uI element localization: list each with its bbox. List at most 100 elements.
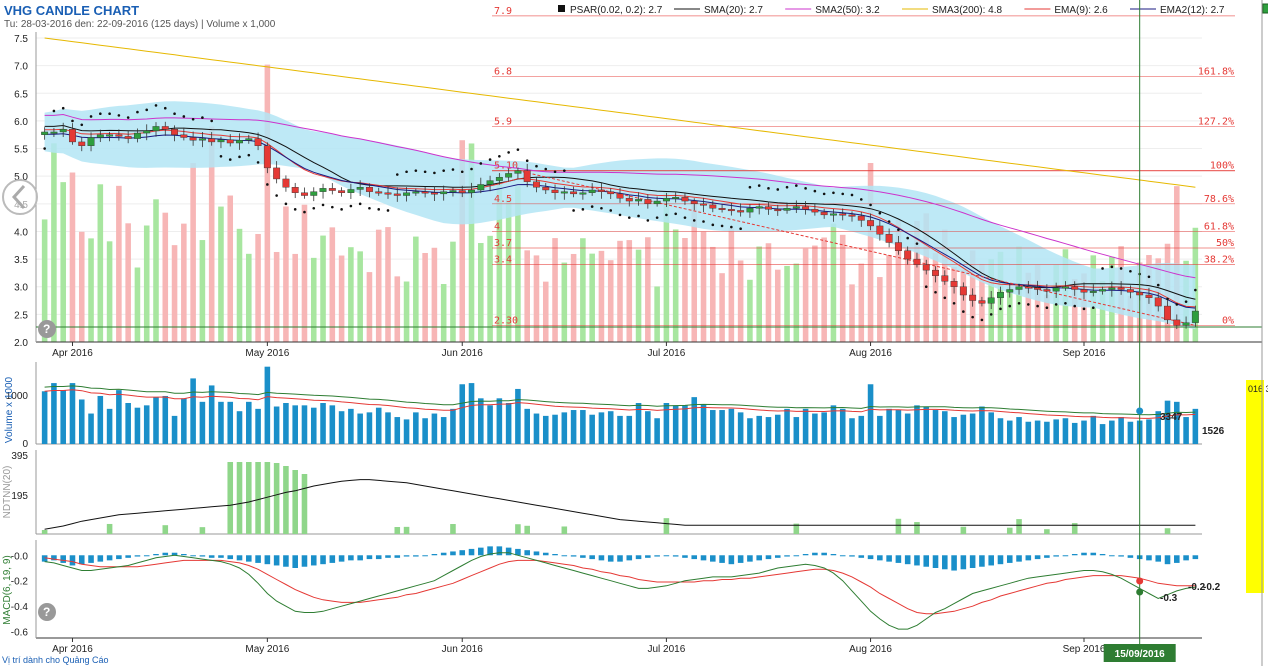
psar-dot — [934, 290, 937, 294]
price-volume-overlay-bar — [366, 272, 373, 342]
macd-histogram-bar — [672, 555, 679, 557]
candle-body — [570, 191, 578, 195]
volume-bar — [227, 401, 234, 444]
macd-histogram-bar — [617, 555, 623, 562]
volume-bar — [320, 403, 326, 444]
psar-dot — [1175, 303, 1179, 306]
macd-histogram-bar — [710, 555, 716, 562]
volume-bar — [450, 408, 456, 444]
psar-dot — [386, 209, 390, 212]
volume-last-value: 3347 — [1160, 412, 1183, 423]
price-volume-overlay-bar — [97, 184, 104, 342]
candle-body — [542, 187, 550, 191]
macd-histogram-bar — [598, 555, 605, 561]
macd-axis-label: MACD(6, 19, 9) — [2, 555, 13, 624]
volume-bar — [552, 414, 558, 444]
psar-dot — [822, 192, 826, 196]
price-tick-label: 3.5 — [14, 255, 28, 266]
price-volume-overlay-bar — [375, 229, 382, 342]
candle-body — [932, 269, 939, 276]
volume-bar — [51, 383, 57, 444]
candle-body — [477, 184, 485, 191]
stock-chart[interactable]: VHG CANDLE CHART Tu: 28-03-2016 den: 22-… — [0, 0, 1268, 666]
macd-histogram-bar — [329, 555, 336, 563]
question-circle-icon[interactable]: ? — [38, 603, 56, 621]
macd-histogram-bar — [895, 555, 902, 563]
candle-body — [1024, 286, 1032, 289]
price-volume-overlay-bar — [143, 225, 150, 342]
price-volume-overlay-bar — [737, 260, 744, 342]
volume-bar — [143, 405, 150, 444]
psar-dot — [674, 212, 677, 216]
volume-bar — [413, 412, 419, 444]
macd-line — [44, 552, 1196, 630]
macd-panel[interactable]: -0.0 -0.2 -0.4 -0.6 MACD(6, 19, 9) Apr 2016 Ma… — [2, 540, 1221, 655]
question-circle-icon[interactable]: ? — [38, 320, 56, 338]
volume-bar — [645, 411, 651, 444]
chevron-left-icon[interactable] — [2, 179, 38, 215]
macd-histogram-bar — [348, 555, 354, 561]
macd-histogram-bar — [1183, 555, 1189, 561]
volume-bar — [812, 413, 818, 444]
volume-bar — [1090, 415, 1097, 444]
macd-x-tick-label: Aug 2016 — [849, 644, 892, 655]
psar-dot — [1027, 303, 1030, 306]
macd-last-value: -0.3 — [1160, 593, 1178, 604]
candle-body — [393, 193, 401, 196]
psar-dot — [618, 213, 622, 217]
psar-dot — [451, 168, 455, 171]
volume-bar — [264, 366, 271, 444]
volume-panel[interactable]: 10000Volume x 1000 33471526 — [4, 362, 1225, 450]
price-volume-overlay-bar — [88, 238, 94, 342]
price-volume-overlay-bar — [607, 260, 614, 342]
macd-tick-label: -0.2 — [11, 577, 29, 588]
psar-dot — [989, 313, 993, 316]
volume-bar — [774, 414, 781, 444]
macd-histogram-bar — [1053, 555, 1059, 557]
psar-dot — [256, 161, 260, 164]
macd-histogram-bar — [273, 555, 280, 566]
psar-dot — [479, 162, 483, 165]
price-volume-overlay-bar — [747, 279, 753, 342]
ndtnn-panel[interactable]: 395 195NDTNN(20) — [2, 450, 1202, 535]
candle-body — [319, 188, 327, 192]
ndtnn-bar — [273, 463, 280, 534]
psar-dot — [433, 171, 436, 175]
macd-histogram-bar — [1062, 555, 1069, 557]
macd-histogram-bar — [756, 555, 762, 561]
psar-dot — [813, 189, 817, 193]
price-panel[interactable]: 7.57.06.56.05.55.04.54.03.53.02.52.07.96… — [14, 6, 1262, 359]
macd-histogram-bar — [858, 555, 865, 558]
psar-dot — [850, 193, 854, 197]
volume-bar — [784, 408, 790, 444]
volume-bar — [524, 408, 530, 444]
volume-bar — [116, 390, 122, 444]
macd-histogram-bar — [468, 548, 475, 556]
candle-body — [449, 190, 457, 193]
legend-swatch — [558, 5, 565, 12]
macd-histogram-bar — [199, 555, 206, 557]
candle-body — [1099, 289, 1107, 292]
ndtnn-bar — [561, 526, 568, 534]
volume-bar — [607, 411, 614, 444]
macd-histogram-bar — [431, 554, 438, 556]
candle-body — [365, 187, 373, 192]
crosshair-signal-marker — [1136, 577, 1144, 585]
candle-body — [514, 170, 522, 174]
candle-body — [486, 180, 494, 185]
macd-histogram-bar — [1109, 555, 1115, 557]
volume-bar — [580, 410, 586, 444]
candle-body — [226, 139, 234, 144]
psar-dot — [1129, 269, 1132, 273]
volume-bar — [654, 418, 660, 444]
macd-histogram-bar — [737, 555, 744, 563]
macd-histogram-bar — [747, 555, 753, 562]
psar-dot — [358, 202, 362, 206]
psar-dot — [553, 170, 557, 174]
volume-bar — [487, 405, 493, 444]
psar-dot — [776, 188, 780, 191]
candle-body — [1061, 286, 1069, 289]
candle-body — [152, 126, 160, 132]
macd-histogram-bar — [366, 555, 373, 560]
price-volume-overlay-bar — [960, 269, 967, 342]
